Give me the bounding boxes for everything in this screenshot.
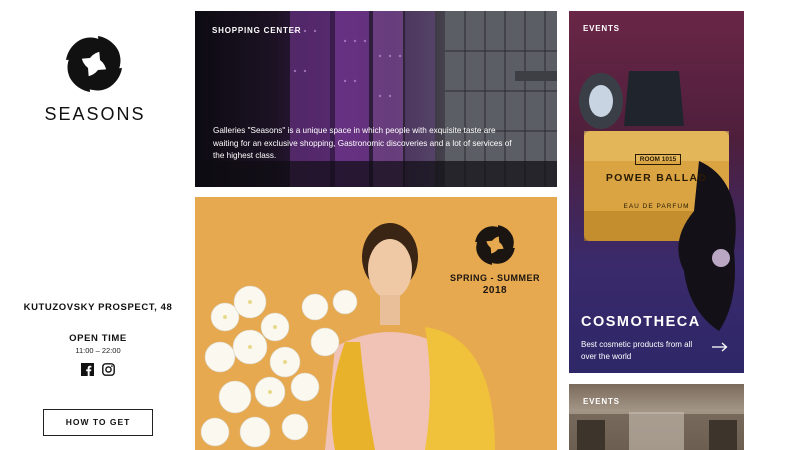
open-time-hours: 11:00 – 22:00 bbox=[75, 346, 121, 355]
how-to-get-button[interactable]: HOW TO GET bbox=[43, 409, 153, 436]
social-links bbox=[81, 363, 115, 376]
spring-summer-title: SPRING - SUMMER bbox=[449, 273, 540, 283]
instagram-icon[interactable] bbox=[102, 363, 115, 376]
events-second-tile[interactable]: EVENTS bbox=[569, 384, 744, 450]
spring-summer-year: 2018 bbox=[482, 285, 508, 296]
arrow-right-icon[interactable] bbox=[712, 342, 728, 352]
brand-name: SEASONS bbox=[44, 104, 146, 124]
cosmotheca-title: COSMOTHECA bbox=[581, 314, 701, 330]
bottle-sub-label: EAU DE PARFUM bbox=[623, 203, 690, 210]
cosmotheca-description: Best cosmetic products from all over the… bbox=[581, 340, 693, 361]
events-cosmotheca-tile[interactable]: EVENTS ROOM 1015 POWER BALLAD EAU DE PAR… bbox=[569, 11, 744, 373]
events-label: EVENTS bbox=[583, 24, 620, 33]
shopping-center-tile[interactable]: SHOPPING CENTER Galleries "Seasons" is a… bbox=[195, 11, 557, 187]
shopping-center-description: Galleries "Seasons" is a unique space in… bbox=[213, 126, 512, 160]
address-text: KUTUZOVSKY PROSPECT, 48 bbox=[23, 302, 173, 313]
seasons-logo-icon[interactable] bbox=[63, 33, 125, 95]
bottle-brand-label: ROOM 1015 bbox=[635, 154, 681, 165]
seasons-small-logo-icon bbox=[475, 225, 515, 265]
events-second-label: EVENTS bbox=[583, 397, 620, 406]
interior-image bbox=[569, 412, 744, 450]
bottle-name-label: POWER BALLAD bbox=[605, 172, 708, 184]
open-time-title: OPEN TIME bbox=[69, 333, 127, 344]
spring-summer-tile[interactable]: SPRING - SUMMER 2018 bbox=[195, 197, 557, 450]
sidebar: SEASONS KUTUZOVSKY PROSPECT, 48 OPEN TIM… bbox=[0, 0, 190, 450]
shopping-center-label: SHOPPING CENTER bbox=[212, 26, 302, 35]
facebook-icon[interactable] bbox=[81, 363, 94, 376]
